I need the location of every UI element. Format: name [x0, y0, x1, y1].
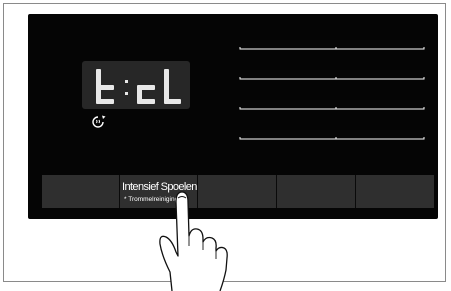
drum-clean-sublabel: * Trommelreiniging	[124, 196, 179, 203]
function-button-1[interactable]	[42, 175, 120, 208]
intensive-rinse-label: Intensief Spoelen	[122, 181, 197, 193]
steam-refresh-icon	[92, 115, 106, 128]
digital-display	[82, 61, 190, 109]
function-button-row: Intensief Spoelen * Trommelreiniging	[42, 175, 434, 208]
display-code-glyphs	[96, 69, 181, 104]
manual-illustration-frame: Intensief Spoelen * Trommelreiniging	[3, 3, 446, 291]
function-button-5[interactable]	[356, 175, 434, 208]
intensive-rinse-button[interactable]: Intensief Spoelen * Trommelreiniging	[120, 175, 198, 208]
function-button-4[interactable]	[277, 175, 356, 208]
function-button-3[interactable]	[198, 175, 277, 208]
